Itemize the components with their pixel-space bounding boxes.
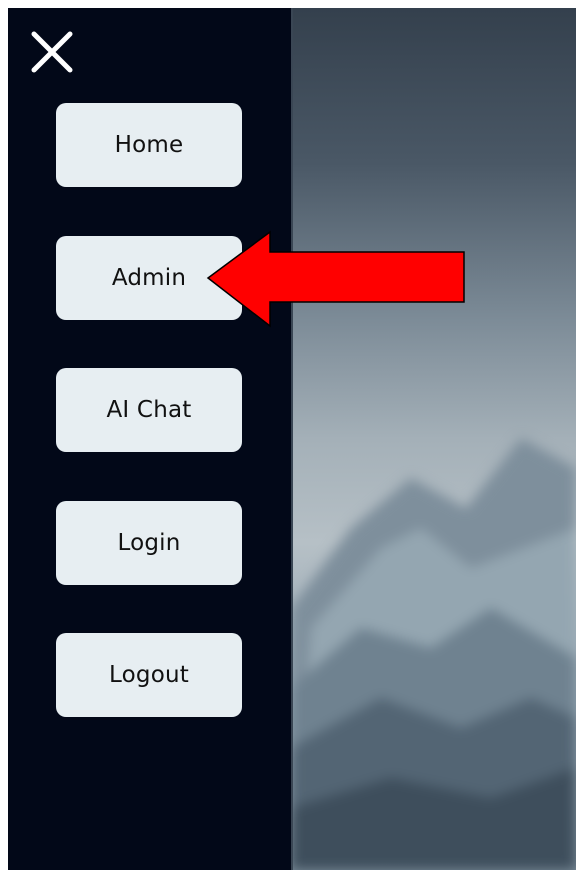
sidebar-menu: Home Admin AI Chat Login Logout (8, 8, 291, 870)
nav-logout-label: Logout (109, 662, 189, 688)
nav-home-button[interactable]: Home (56, 103, 242, 187)
mountain-illustration (291, 438, 576, 870)
close-menu-button[interactable] (30, 30, 74, 74)
nav-admin-label: Admin (111, 265, 187, 291)
nav-ai-chat-label: AI Chat (106, 397, 192, 423)
nav-login-button[interactable]: Login (56, 501, 242, 585)
sidebar-divider (291, 8, 293, 870)
background-image (291, 8, 576, 870)
app-viewport: Home Admin AI Chat Login Logout (8, 8, 576, 870)
nav-home-label: Home (114, 132, 184, 158)
red-arrow-pointer-icon (206, 230, 465, 328)
nav-logout-button[interactable]: Logout (56, 633, 242, 717)
nav-login-label: Login (117, 530, 181, 556)
nav-ai-chat-button[interactable]: AI Chat (56, 368, 242, 452)
close-icon (31, 31, 73, 73)
